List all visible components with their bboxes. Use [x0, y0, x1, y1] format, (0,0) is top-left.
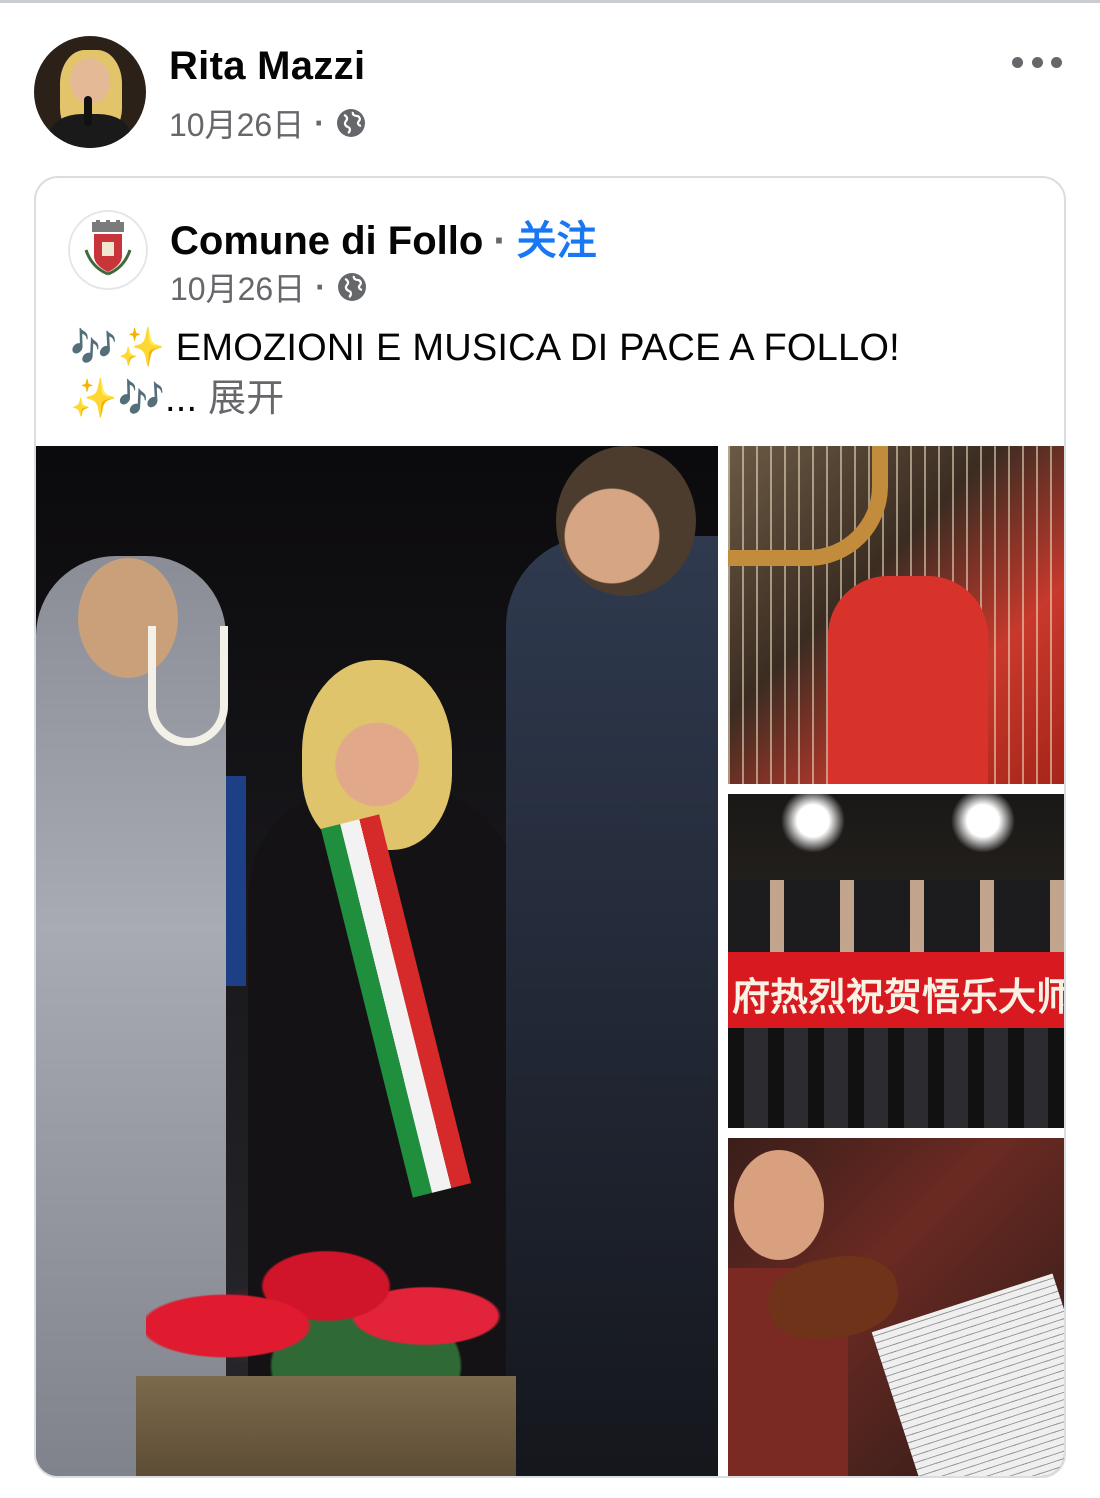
page-name-row: Comune di Follo · 关注	[170, 208, 597, 266]
meta-separator: ·	[315, 268, 326, 305]
see-more-link[interactable]: 展开	[208, 378, 284, 420]
coat-of-arms-icon	[84, 220, 132, 276]
name-separator: ·	[493, 219, 507, 263]
author-avatar[interactable]	[34, 36, 146, 148]
more-options-icon[interactable]	[1012, 50, 1062, 74]
shared-post-date[interactable]: 10月26日	[170, 264, 305, 310]
post-date[interactable]: 10月26日	[169, 100, 304, 146]
follow-button[interactable]: 关注	[517, 208, 597, 266]
ellipsis: ...	[165, 378, 198, 420]
shared-post-meta: 10月26日 ·	[170, 264, 368, 310]
post-header: Rita Mazzi 10月26日 ·	[34, 36, 1066, 148]
trophy-icon	[148, 626, 228, 746]
meta-separator: ·	[314, 104, 325, 141]
post-text-main: EMOZIONI E MUSICA DI PACE A FOLLO!	[175, 327, 900, 369]
shared-post-card[interactable]: Comune di Follo · 关注 10月26日 · 🎶✨ EMOZION…	[34, 176, 1066, 1478]
microphone-icon	[84, 96, 92, 126]
page-name[interactable]: Comune di Follo	[170, 219, 483, 264]
globe-icon[interactable]	[336, 271, 368, 303]
author-name[interactable]: Rita Mazzi	[169, 44, 365, 89]
top-divider	[0, 0, 1100, 3]
banner-text: 府热烈祝贺悟乐大师	[732, 975, 1066, 1019]
post-text: 🎶✨ EMOZIONI E MUSICA DI PACE A FOLLO! ✨🎶…	[70, 322, 1030, 424]
sparkle-music-emoji: ✨🎶	[70, 376, 166, 420]
page-avatar[interactable]	[68, 210, 148, 290]
photo-group-banner[interactable]: 府热烈祝贺悟乐大师	[728, 794, 1066, 1128]
red-banner: 府热烈祝贺悟乐大师	[728, 952, 1066, 1028]
photo-violinists[interactable]	[728, 1138, 1064, 1476]
post-meta: 10月26日 ·	[169, 100, 367, 146]
music-sparkle-emoji: 🎶✨	[70, 325, 166, 369]
globe-icon[interactable]	[335, 107, 367, 139]
photo-harp-orchestra[interactable]	[728, 446, 1064, 784]
photo-main-award-ceremony[interactable]	[36, 446, 718, 1476]
